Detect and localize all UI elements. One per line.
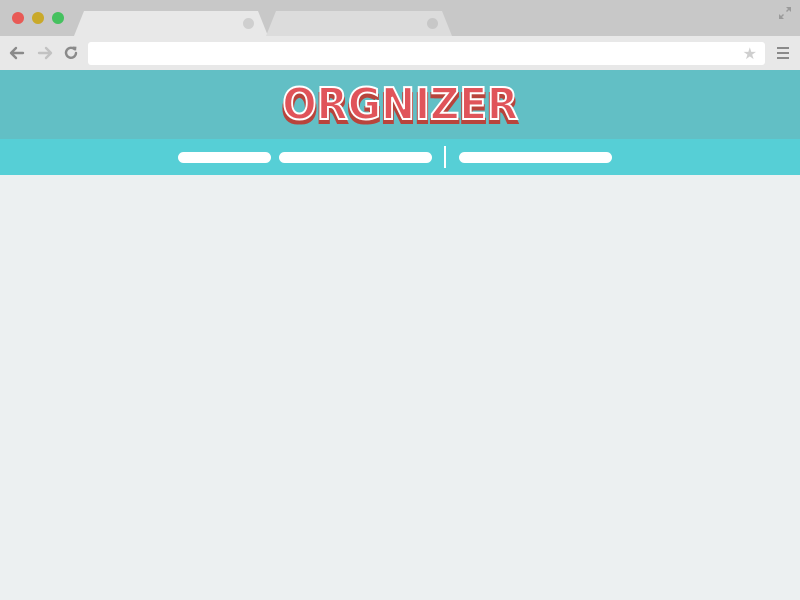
address-bar[interactable]: ★ (88, 42, 765, 65)
nav-item-3[interactable] (459, 152, 612, 163)
tab-active[interactable] (74, 11, 268, 36)
minimize-window-button[interactable] (32, 12, 44, 24)
browser-toolbar: ★ (0, 36, 800, 70)
maximize-window-button[interactable] (52, 12, 64, 24)
fullscreen-icon[interactable] (778, 6, 792, 20)
tab-close-icon[interactable] (243, 18, 254, 29)
site-logo[interactable]: ORGNIZER (0, 70, 800, 139)
browser-window: ★ ORGNIZER (0, 0, 800, 600)
nav-item-2[interactable] (279, 152, 432, 163)
menu-icon[interactable] (777, 47, 789, 59)
nav-item-1[interactable] (178, 152, 271, 163)
site-header: ORGNIZER (0, 70, 800, 139)
star-icon[interactable]: ★ (743, 44, 757, 63)
back-arrow-icon[interactable] (8, 44, 26, 62)
close-window-button[interactable] (12, 12, 24, 24)
logo-text: ORGNIZER (281, 78, 519, 130)
nav-divider (444, 146, 446, 168)
site-navigation (0, 139, 800, 175)
tab-inactive[interactable] (266, 11, 452, 36)
forward-arrow-icon[interactable] (36, 44, 54, 62)
page-content (0, 175, 800, 600)
tab-close-icon[interactable] (427, 18, 438, 29)
title-bar (0, 0, 800, 36)
reload-icon[interactable] (62, 44, 80, 62)
